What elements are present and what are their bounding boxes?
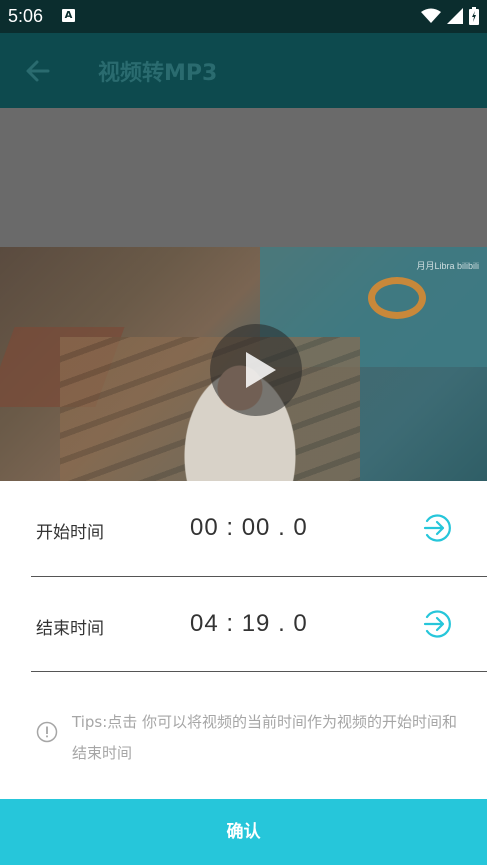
battery-icon (469, 7, 479, 25)
status-icons (421, 6, 479, 26)
time-range-sheet: 开始时间 00 : 00 . 0 结束时间 04 : 19 . 0 Tips:点… (0, 481, 487, 865)
video-watermark: 月月Libra bilibili (416, 261, 479, 271)
start-time-label: 开始时间 (36, 523, 104, 543)
start-time-value: 00 : 00 . 0 (190, 514, 308, 541)
confirm-button[interactable]: 确认 (0, 799, 487, 865)
back-arrow-icon[interactable] (22, 56, 52, 86)
status-bar: 5:06 A (0, 0, 487, 33)
set-start-time-icon[interactable] (422, 513, 452, 543)
wifi-icon (421, 8, 441, 23)
set-end-time-icon[interactable] (422, 609, 452, 639)
video-player[interactable]: 月月Libra bilibili (0, 247, 487, 481)
page-title: 视频转MP3 (98, 61, 218, 86)
tips-text: Tips:点击 你可以将视频的当前时间作为视频的开始时间和结束时间 (72, 713, 458, 762)
divider (31, 671, 487, 672)
notification-icon: A (62, 9, 75, 22)
status-time: 5:06 (8, 6, 44, 26)
info-icon (36, 721, 58, 743)
play-button[interactable] (210, 324, 302, 416)
end-time-value: 04 : 19 . 0 (190, 610, 308, 637)
end-time-label: 结束时间 (36, 619, 104, 639)
app-bar: 视频转MP3 (0, 33, 487, 108)
dimmed-overlay[interactable] (0, 108, 487, 247)
start-time-row: 开始时间 00 : 00 . 0 (0, 481, 487, 577)
video-frame-float-ring (368, 277, 426, 319)
end-time-row: 结束时间 04 : 19 . 0 (0, 577, 487, 673)
signal-icon (447, 8, 463, 24)
play-icon (246, 352, 276, 388)
